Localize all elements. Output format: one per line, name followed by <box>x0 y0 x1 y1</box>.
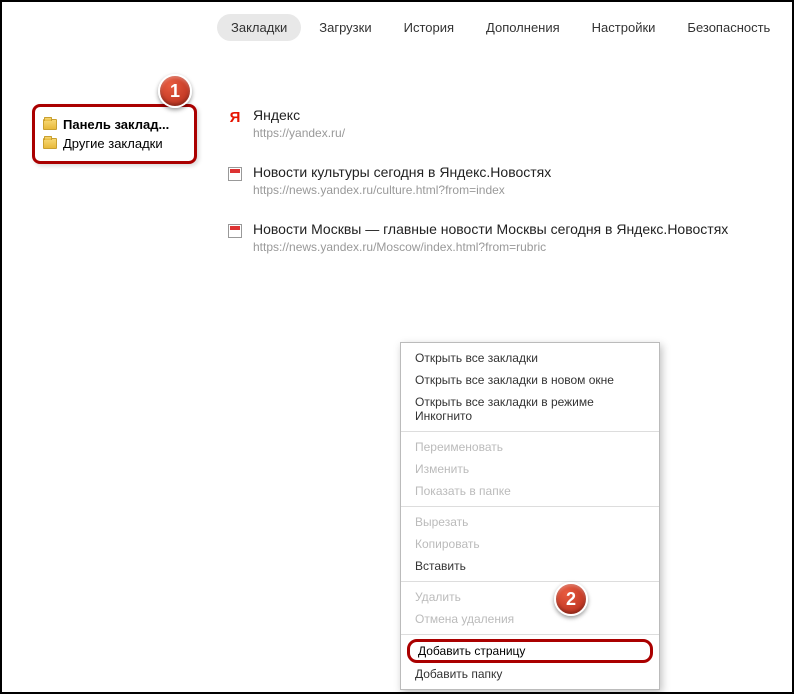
menu-add-folder[interactable]: Добавить папку <box>401 663 659 685</box>
menu-edit: Изменить <box>401 458 659 480</box>
bookmark-url: https://news.yandex.ru/Moscow/index.html… <box>253 240 728 254</box>
folder-icon <box>43 138 57 149</box>
sidebar-folders: Панель заклад... Другие закладки <box>32 104 197 164</box>
news-icon <box>227 223 243 239</box>
bookmarks-list: Я Яндекс https://yandex.ru/ Новости куль… <box>227 107 772 278</box>
tab-downloads[interactable]: Загрузки <box>305 14 385 41</box>
menu-separator <box>401 634 659 635</box>
menu-rename: Переименовать <box>401 436 659 458</box>
callout-badge-2: 2 <box>554 582 588 616</box>
menu-cut: Вырезать <box>401 511 659 533</box>
top-tabs: Закладки Загрузки История Дополнения Нас… <box>217 2 792 49</box>
folder-label: Другие закладки <box>63 136 163 151</box>
menu-paste[interactable]: Вставить <box>401 555 659 577</box>
tab-security[interactable]: Безопасность <box>673 14 784 41</box>
menu-open-all-incognito[interactable]: Открыть все закладки в режиме Инкогнито <box>401 391 659 427</box>
menu-add-page-highlight[interactable]: Добавить страницу <box>407 639 653 663</box>
menu-show-in-folder: Показать в папке <box>401 480 659 502</box>
menu-open-all-new-window[interactable]: Открыть все закладки в новом окне <box>401 369 659 391</box>
folder-other-bookmarks[interactable]: Другие закладки <box>41 134 188 153</box>
menu-delete: Удалить <box>401 586 659 608</box>
bookmark-title: Новости культуры сегодня в Яндекс.Новост… <box>253 164 551 180</box>
bookmark-item[interactable]: Я Яндекс https://yandex.ru/ <box>227 107 772 140</box>
tab-settings[interactable]: Настройки <box>578 14 670 41</box>
bookmark-title: Новости Москвы — главные новости Москвы … <box>253 221 728 237</box>
menu-separator <box>401 581 659 582</box>
bookmark-item[interactable]: Новости Москвы — главные новости Москвы … <box>227 221 772 254</box>
news-icon <box>227 166 243 182</box>
folder-label: Панель заклад... <box>63 117 169 132</box>
yandex-icon: Я <box>227 109 243 125</box>
bookmark-url: https://news.yandex.ru/culture.html?from… <box>253 183 551 197</box>
tab-history[interactable]: История <box>390 14 468 41</box>
bookmark-url: https://yandex.ru/ <box>253 126 345 140</box>
menu-separator <box>401 431 659 432</box>
menu-undo-delete: Отмена удаления <box>401 608 659 630</box>
menu-add-page: Добавить страницу <box>418 644 525 658</box>
callout-badge-1: 1 <box>158 74 192 108</box>
bookmark-title: Яндекс <box>253 107 345 123</box>
tab-bookmarks[interactable]: Закладки <box>217 14 301 41</box>
folder-icon <box>43 119 57 130</box>
bookmark-item[interactable]: Новости культуры сегодня в Яндекс.Новост… <box>227 164 772 197</box>
context-menu: Открыть все закладки Открыть все закладк… <box>400 342 660 690</box>
folder-bookmarks-bar[interactable]: Панель заклад... <box>41 115 188 134</box>
menu-copy: Копировать <box>401 533 659 555</box>
tab-addons[interactable]: Дополнения <box>472 14 574 41</box>
menu-separator <box>401 506 659 507</box>
menu-open-all[interactable]: Открыть все закладки <box>401 347 659 369</box>
